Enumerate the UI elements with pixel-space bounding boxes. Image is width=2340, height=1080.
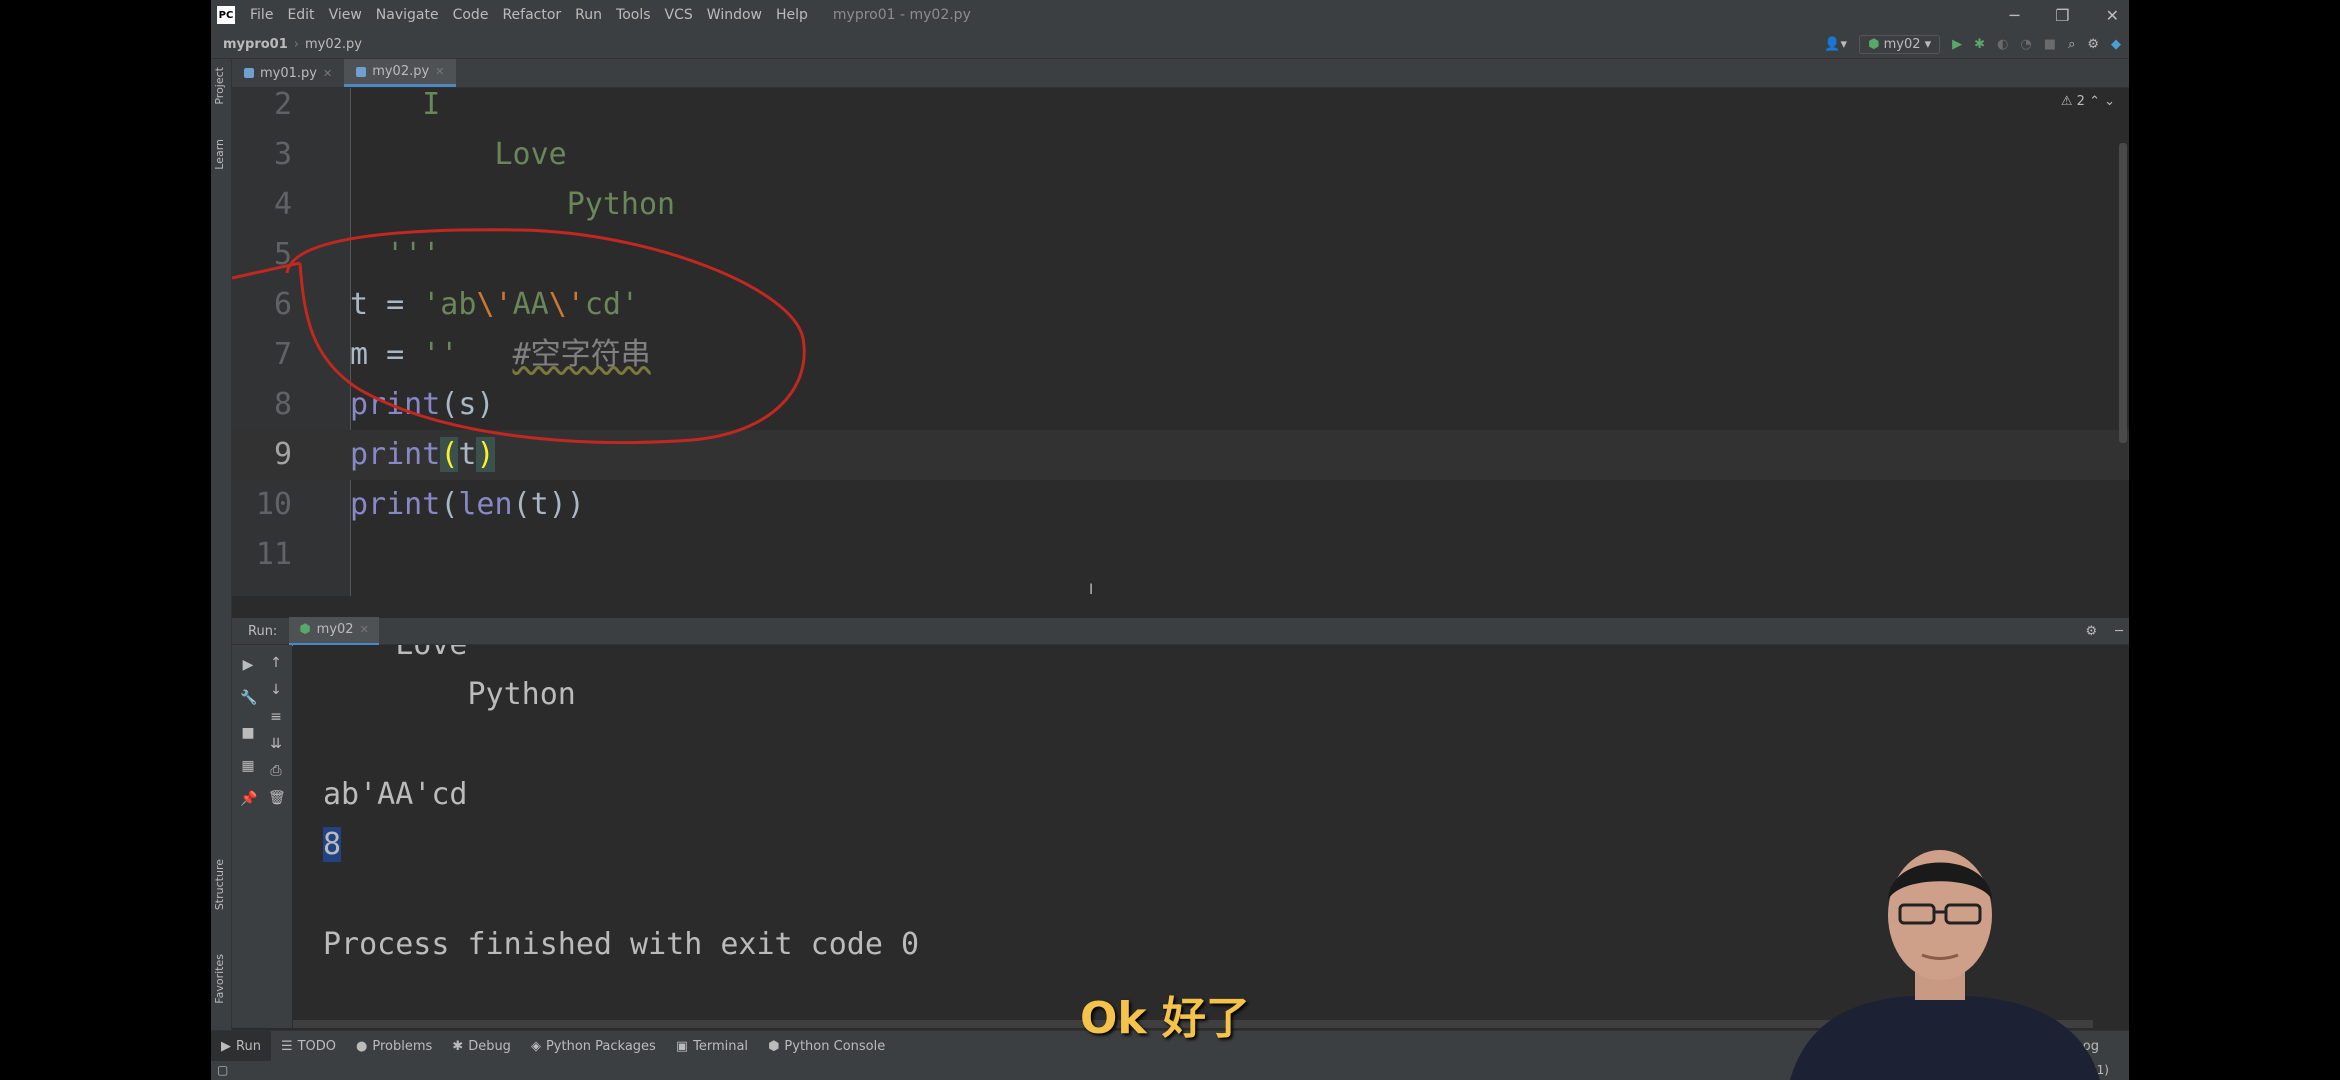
menu-refactor[interactable]: Refactor — [495, 7, 568, 23]
menu-vcs[interactable]: VCS — [658, 7, 700, 23]
console-line: ab'AA'cd — [323, 777, 468, 812]
up-arrow-icon[interactable]: ↑ — [268, 655, 284, 671]
left-tool-stripe: Project Learn Structure Favorites — [211, 59, 232, 1080]
navigation-bar: mypro01 › my02.py 👤▾ ⬢ my02 ▾ ▶ ✱ ◐ ◔ ■ … — [211, 30, 2129, 59]
menu-run[interactable]: Run — [568, 7, 609, 23]
python-file-icon — [356, 66, 367, 77]
run-config-select[interactable]: ⬢ my02 ▾ — [1859, 34, 1941, 54]
window-title: mypro01 - my02.py — [832, 7, 971, 23]
close-icon[interactable]: ✕ — [2106, 6, 2119, 25]
tool-tab-problems[interactable]: ● Problems — [346, 1039, 442, 1054]
project-tool-button[interactable]: Project — [213, 67, 226, 105]
stop-icon[interactable]: ■ — [240, 725, 256, 741]
menu-code[interactable]: Code — [446, 7, 496, 23]
close-run-tab-icon[interactable]: ✕ — [360, 623, 369, 636]
run-tab-my02[interactable]: ⬢ my02 ✕ — [289, 616, 379, 646]
learn-tool-button[interactable]: Learn — [213, 139, 226, 170]
settings-icon[interactable]: ⚙ — [2087, 37, 2099, 52]
run-toolbar: ▶ 🔧 ■ ▦ 📌 ↑ ↓ ≡ ⇊ ⎙ 🗑 — [232, 645, 292, 1028]
tool-tab-debug[interactable]: ✱ Debug — [442, 1039, 521, 1054]
coverage-icon[interactable]: ◐ — [1997, 37, 2008, 52]
python-file-icon — [244, 68, 254, 78]
updates-icon[interactable]: ◆ — [2111, 37, 2121, 52]
rerun-icon[interactable]: ▶ — [240, 657, 256, 673]
tab-label: my01.py — [260, 65, 317, 81]
console-line-selected: 8 — [323, 827, 342, 862]
scroll-to-end-icon[interactable]: ⇊ — [268, 736, 284, 752]
main-menu: File Edit View Navigate Code Refactor Ru… — [243, 7, 815, 23]
navbar-actions: 👤▾ ⬢ my02 ▾ ▶ ✱ ◐ ◔ ■ ⌕ ⚙ ◆ — [1824, 30, 2121, 58]
print-icon[interactable]: ⎙ — [268, 763, 284, 779]
wrench-icon[interactable]: 🔧 — [240, 690, 257, 706]
window-controls: ─ ❐ ✕ — [2010, 0, 2119, 30]
profile-icon[interactable]: ◔ — [2020, 37, 2031, 52]
title-bar: PC File Edit View Navigate Code Refactor… — [211, 0, 2129, 30]
console-line: Love — [323, 645, 467, 662]
run-tab-label: my02 — [316, 622, 354, 637]
structure-tool-button[interactable]: Structure — [213, 859, 226, 910]
console-line: Process finished with exit code 0 — [323, 927, 920, 962]
menu-view[interactable]: View — [322, 7, 369, 23]
play-icon: ▶ — [221, 1038, 231, 1054]
menu-help[interactable]: Help — [769, 7, 815, 23]
tab-label: my02.py — [372, 64, 430, 79]
restore-icon[interactable]: ❐ — [2055, 6, 2069, 25]
list-icon: ☰ — [280, 1038, 293, 1054]
tool-tab-terminal[interactable]: ▣ Terminal — [666, 1039, 758, 1054]
menu-file[interactable]: File — [243, 7, 280, 23]
presenter-video-overlay — [1790, 850, 2100, 1080]
close-tab-icon[interactable]: ✕ — [323, 67, 332, 80]
run-header-actions: ⚙ ─ — [2086, 624, 2123, 639]
close-tab-icon[interactable]: ✕ — [435, 65, 444, 78]
red-pen-annotation — [232, 228, 806, 444]
python-icon: ⬢ — [768, 1038, 780, 1054]
pycharm-logo-icon: PC — [217, 6, 235, 24]
search-icon[interactable]: ⌕ — [2068, 37, 2075, 52]
run-icon[interactable]: ▶ — [1952, 37, 1962, 52]
menu-tools[interactable]: Tools — [609, 7, 658, 23]
menu-navigate[interactable]: Navigate — [369, 7, 446, 23]
bug-icon: ✱ — [452, 1038, 464, 1054]
soft-wrap-icon[interactable]: ≡ — [268, 709, 284, 725]
favorites-tool-button[interactable]: Favorites — [213, 954, 226, 1004]
minimize-icon[interactable]: ─ — [2010, 6, 2020, 25]
status-toggle-icon[interactable]: ▢ — [217, 1063, 228, 1077]
tool-tab-python-packages[interactable]: ◈ Python Packages — [521, 1039, 666, 1054]
run-label: Run: — [248, 623, 278, 639]
breadcrumb-separator-icon: › — [293, 36, 299, 52]
tool-tab-todo[interactable]: ☰ TODO — [271, 1039, 346, 1054]
hide-panel-icon[interactable]: ─ — [2115, 624, 2123, 639]
code-editor[interactable]: 2 I3 Love 4 Python 5 ''' 6 t = 'ab\'AA\'cd' 7… — [232, 87, 2129, 596]
tool-tab-python-console[interactable]: ⬢ Python Console — [758, 1039, 895, 1054]
text-cursor-icon: I — [1089, 582, 1094, 598]
console-line: Python — [323, 677, 576, 712]
info-icon: ● — [356, 1038, 368, 1054]
python-run-icon: ⬢ — [299, 622, 311, 637]
video-subtitle: Ok 好了 — [1080, 993, 1250, 1044]
run-panel-header: Run: ⬢ my02 ✕ ⚙ ─ — [232, 616, 2129, 646]
menu-window[interactable]: Window — [700, 7, 769, 23]
breadcrumb-project[interactable]: mypro01 — [223, 37, 288, 52]
debug-icon[interactable]: ✱ — [1974, 37, 1985, 52]
stop-icon[interactable]: ■ — [2044, 37, 2056, 52]
breadcrumb-file[interactable]: my02.py — [305, 37, 362, 52]
layout-icon[interactable]: ▦ — [240, 758, 256, 774]
run-settings-icon[interactable]: ⚙ — [2086, 624, 2098, 639]
terminal-icon: ▣ — [675, 1038, 689, 1054]
down-arrow-icon[interactable]: ↓ — [268, 682, 284, 698]
tool-tab-run[interactable]: ▶ Run — [211, 1031, 271, 1061]
pin-icon[interactable]: 📌 — [240, 791, 257, 807]
layers-icon: ◈ — [530, 1038, 541, 1054]
menu-edit[interactable]: Edit — [280, 7, 321, 23]
trash-icon[interactable]: 🗑 — [268, 790, 286, 806]
user-icon[interactable]: 👤▾ — [1824, 37, 1847, 52]
